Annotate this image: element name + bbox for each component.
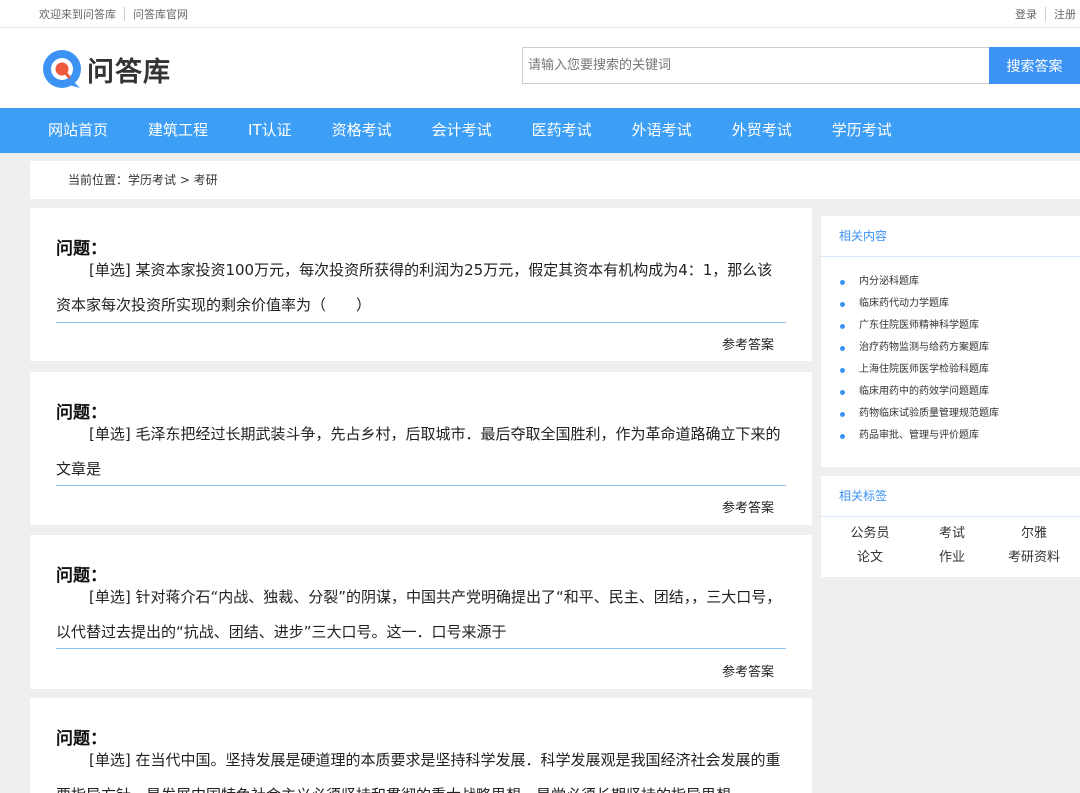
nav-item-it-cert[interactable]: IT认证 bbox=[228, 108, 312, 153]
related-link[interactable]: 内分泌科题库 bbox=[859, 271, 919, 293]
related-link[interactable]: 临床用药中的药效学问题题库 bbox=[859, 381, 989, 403]
tag-link[interactable]: 尔雅 bbox=[993, 523, 1075, 545]
list-item[interactable]: 治疗药物监测与给药方案题库 bbox=[840, 337, 1080, 359]
official-site-link[interactable]: 问答库官网 bbox=[133, 6, 188, 22]
related-content-title: 相关内容 bbox=[821, 216, 1080, 257]
list-item[interactable]: 药物临床试验质量管理规范题库 bbox=[840, 403, 1080, 425]
divider bbox=[1045, 7, 1046, 21]
related-content-list: 内分泌科题库 临床药代动力学题库 广东住院医师精神科学题库 治疗药物监测与给药方… bbox=[821, 257, 1080, 447]
list-item[interactable]: 药品审批、管理与评价题库 bbox=[840, 425, 1080, 447]
bullet-icon bbox=[840, 433, 845, 439]
related-link[interactable]: 上海住院医师医学检验科题库 bbox=[859, 359, 989, 381]
top-bar: 欢迎来到问答库 问答库官网 登录 注册 bbox=[0, 0, 1080, 28]
nav-item-accounting[interactable]: 会计考试 bbox=[412, 108, 512, 153]
related-link[interactable]: 药品审批、管理与评价题库 bbox=[859, 425, 979, 447]
main-nav: 网站首页 建筑工程 IT认证 资格考试 会计考试 医药考试 外语考试 外贸考试 … bbox=[0, 108, 1080, 153]
related-link[interactable]: 临床药代动力学题库 bbox=[859, 293, 949, 315]
welcome-link[interactable]: 欢迎来到问答库 bbox=[39, 6, 116, 22]
tag-link[interactable]: 公务员 bbox=[829, 523, 911, 545]
logo-text: 问答库 bbox=[87, 56, 171, 88]
search-input[interactable] bbox=[522, 47, 989, 84]
tag-link[interactable]: 作业 bbox=[911, 547, 993, 569]
reference-answer-link[interactable]: 参考答案 bbox=[722, 334, 774, 353]
divider bbox=[124, 7, 125, 21]
related-link[interactable]: 广东住院医师精神科学题库 bbox=[859, 315, 979, 337]
bullet-icon bbox=[840, 301, 845, 307]
related-link[interactable]: 药物临床试验质量管理规范题库 bbox=[859, 403, 999, 425]
question-text[interactable]: [单选] 在当代中国。坚持发展是硬道理的本质要求是坚持科学发展．科学发展观是我国… bbox=[56, 743, 786, 793]
question-card: 问题： [单选] 毛泽东把经过长期武装斗争，先占乡村，后取城市．最后夺取全国胜利… bbox=[30, 372, 812, 525]
bullet-icon bbox=[840, 323, 845, 329]
nav-item-medical[interactable]: 医药考试 bbox=[512, 108, 612, 153]
breadcrumb: 当前位置：学历考试 > 考研 bbox=[30, 161, 1080, 199]
list-item[interactable]: 临床用药中的药效学问题题库 bbox=[840, 381, 1080, 403]
bullet-icon bbox=[840, 279, 845, 285]
list-item[interactable]: 上海住院医师医学检验科题库 bbox=[840, 359, 1080, 381]
reference-answer-link[interactable]: 参考答案 bbox=[722, 497, 774, 516]
list-item[interactable]: 内分泌科题库 bbox=[840, 271, 1080, 293]
search-bar: 搜索答案 bbox=[522, 47, 1080, 84]
site-header: 问答库 搜索答案 bbox=[0, 28, 1080, 108]
question-card: 问题： [单选] 针对蒋介石“内战、独裁、分裂”的阴谋，中国共产党明确提出了“和… bbox=[30, 535, 812, 689]
nav-item-home[interactable]: 网站首页 bbox=[28, 108, 128, 153]
logo-icon bbox=[42, 49, 82, 89]
tag-link[interactable]: 论文 bbox=[829, 547, 911, 569]
question-card: 问题： [单选] 在当代中国。坚持发展是硬道理的本质要求是坚持科学发展．科学发展… bbox=[30, 698, 812, 793]
top-bar-left: 欢迎来到问答库 问答库官网 bbox=[39, 6, 188, 22]
question-text[interactable]: [单选] 毛泽东把经过长期武装斗争，先占乡村，后取城市．最后夺取全国胜利，作为革… bbox=[56, 417, 786, 487]
reference-answer-link[interactable]: 参考答案 bbox=[722, 661, 774, 680]
list-item[interactable]: 广东住院医师精神科学题库 bbox=[840, 315, 1080, 337]
question-text[interactable]: [单选] 针对蒋介石“内战、独裁、分裂”的阴谋，中国共产党明确提出了“和平、民主… bbox=[56, 580, 786, 650]
nav-item-language[interactable]: 外语考试 bbox=[612, 108, 712, 153]
site-logo[interactable]: 问答库 bbox=[42, 49, 171, 89]
tag-grid: 公务员 考试 尔雅 论文 作业 考研资料 bbox=[821, 517, 1080, 569]
question-card: 问题： [单选] 某资本家投资100万元，每次投资所获得的利润为25万元，假定其… bbox=[30, 208, 812, 361]
bullet-icon bbox=[840, 411, 845, 417]
nav-item-education[interactable]: 学历考试 bbox=[812, 108, 912, 153]
related-tags-title: 相关标签 bbox=[821, 476, 1080, 517]
divider bbox=[56, 648, 786, 649]
nav-item-qualification[interactable]: 资格考试 bbox=[312, 108, 412, 153]
divider bbox=[56, 485, 786, 486]
related-tags-panel: 相关标签 公务员 考试 尔雅 论文 作业 考研资料 bbox=[821, 476, 1080, 577]
list-item[interactable]: 临床药代动力学题库 bbox=[840, 293, 1080, 315]
related-content-panel: 相关内容 内分泌科题库 临床药代动力学题库 广东住院医师精神科学题库 治疗药物监… bbox=[821, 216, 1080, 467]
register-link[interactable]: 注册 bbox=[1054, 6, 1076, 22]
top-bar-right: 登录 注册 bbox=[1015, 6, 1076, 22]
search-button[interactable]: 搜索答案 bbox=[989, 47, 1080, 84]
bullet-icon bbox=[840, 367, 845, 373]
nav-item-trade[interactable]: 外贸考试 bbox=[712, 108, 812, 153]
bullet-icon bbox=[840, 345, 845, 351]
tag-link[interactable]: 考研资料 bbox=[993, 547, 1075, 569]
bullet-icon bbox=[840, 389, 845, 395]
divider bbox=[56, 322, 786, 323]
nav-item-construction[interactable]: 建筑工程 bbox=[128, 108, 228, 153]
related-link[interactable]: 治疗药物监测与给药方案题库 bbox=[859, 337, 989, 359]
tag-link[interactable]: 考试 bbox=[911, 523, 993, 545]
login-link[interactable]: 登录 bbox=[1015, 6, 1037, 22]
question-text[interactable]: [单选] 某资本家投资100万元，每次投资所获得的利润为25万元，假定其资本有机… bbox=[56, 253, 786, 323]
